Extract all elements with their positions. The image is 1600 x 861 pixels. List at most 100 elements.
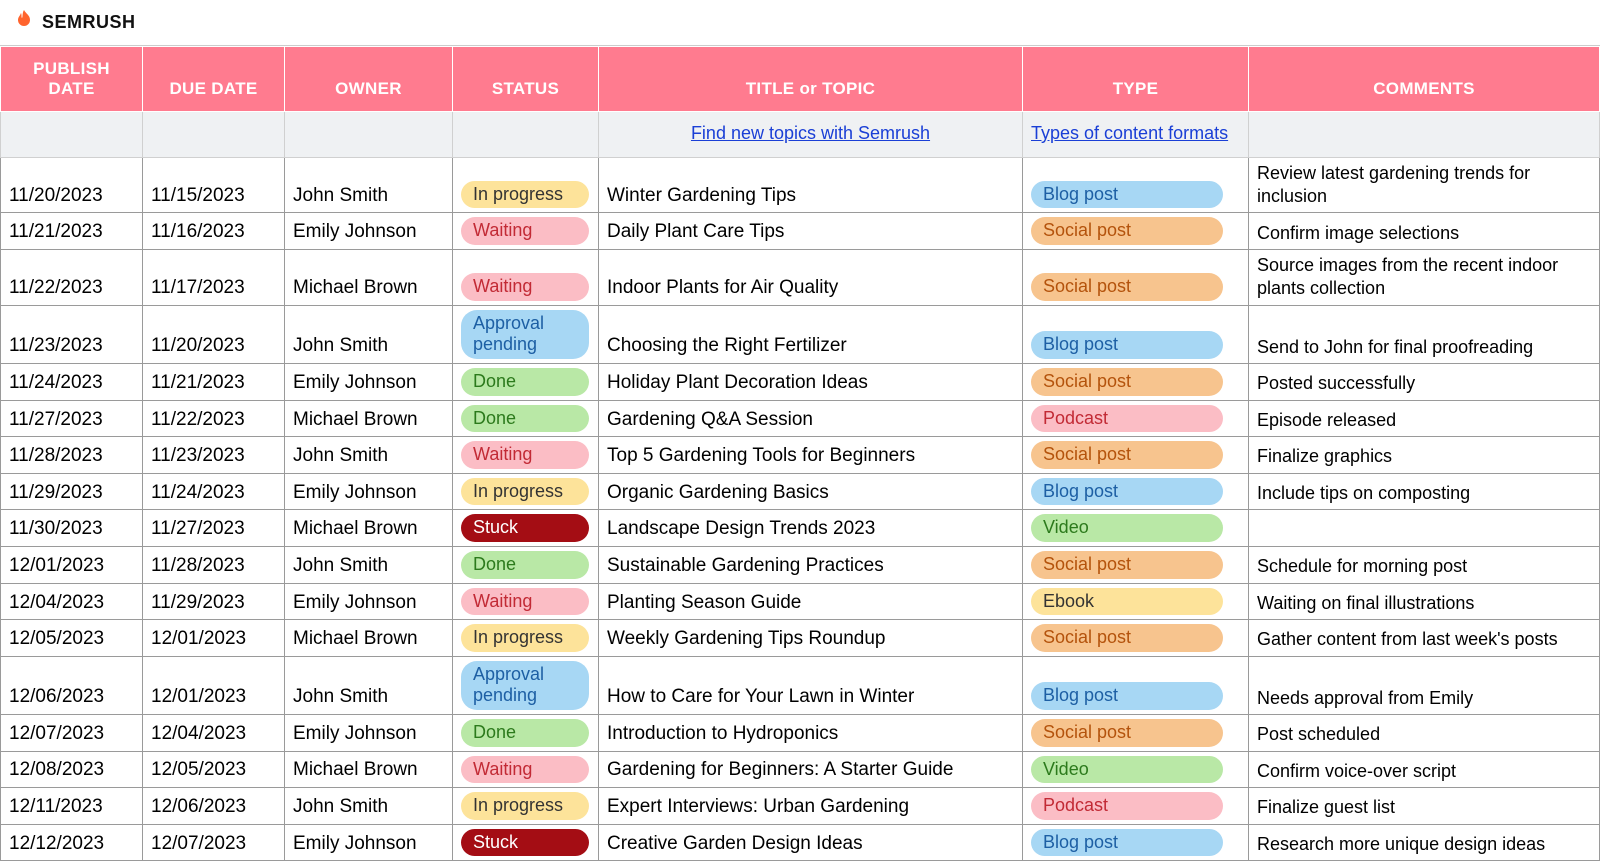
cell-comments[interactable]: Confirm image selections (1249, 213, 1600, 250)
cell-title[interactable]: How to Care for Your Lawn in Winter (599, 656, 1023, 714)
cell-due-date[interactable]: 11/29/2023 (143, 583, 285, 620)
cell-comments[interactable]: Needs approval from Emily (1249, 656, 1600, 714)
cell-type[interactable]: Social post (1023, 620, 1249, 657)
cell-status[interactable]: Done (453, 547, 599, 584)
cell-title[interactable]: Winter Gardening Tips (599, 157, 1023, 213)
col-due-date[interactable]: DUE DATE (143, 47, 285, 112)
status-badge[interactable]: In progress (461, 181, 589, 209)
cell-comments[interactable]: Finalize guest list (1249, 788, 1600, 825)
cell-publish-date[interactable]: 12/11/2023 (1, 788, 143, 825)
type-badge[interactable]: Social post (1031, 551, 1223, 579)
helper-empty[interactable] (285, 112, 453, 158)
cell-status[interactable]: Done (453, 400, 599, 437)
status-badge[interactable]: Done (461, 719, 589, 747)
cell-comments[interactable]: Schedule for morning post (1249, 547, 1600, 584)
type-badge[interactable]: Social post (1031, 719, 1223, 747)
cell-title[interactable]: Choosing the Right Fertilizer (599, 305, 1023, 363)
cell-comments[interactable]: Include tips on composting (1249, 473, 1600, 510)
cell-status[interactable]: Approval pending (453, 656, 599, 714)
cell-type[interactable]: Social post (1023, 437, 1249, 474)
status-badge[interactable]: Waiting (461, 756, 589, 784)
status-badge[interactable]: Waiting (461, 588, 589, 616)
cell-type[interactable]: Social post (1023, 547, 1249, 584)
cell-due-date[interactable]: 11/28/2023 (143, 547, 285, 584)
cell-status[interactable]: Waiting (453, 213, 599, 250)
type-badge[interactable]: Blog post (1031, 331, 1223, 359)
cell-due-date[interactable]: 11/24/2023 (143, 473, 285, 510)
cell-type[interactable]: Blog post (1023, 824, 1249, 861)
cell-comments[interactable]: Posted successfully (1249, 364, 1600, 401)
status-badge[interactable]: In progress (461, 624, 589, 652)
cell-due-date[interactable]: 12/06/2023 (143, 788, 285, 825)
cell-owner[interactable]: John Smith (285, 547, 453, 584)
cell-owner[interactable]: Emily Johnson (285, 473, 453, 510)
cell-status[interactable]: In progress (453, 620, 599, 657)
status-badge[interactable]: In progress (461, 792, 589, 820)
helper-empty[interactable] (143, 112, 285, 158)
find-topics-link[interactable]: Find new topics with Semrush (691, 123, 930, 143)
cell-title[interactable]: Indoor Plants for Air Quality (599, 250, 1023, 306)
cell-owner[interactable]: Emily Johnson (285, 583, 453, 620)
cell-title[interactable]: Organic Gardening Basics (599, 473, 1023, 510)
status-badge[interactable]: Waiting (461, 441, 589, 469)
cell-owner[interactable]: Michael Brown (285, 400, 453, 437)
type-badge[interactable]: Blog post (1031, 181, 1223, 209)
content-formats-link[interactable]: Types of content formats (1031, 123, 1228, 143)
cell-title[interactable]: Gardening for Beginners: A Starter Guide (599, 751, 1023, 788)
cell-owner[interactable]: John Smith (285, 437, 453, 474)
cell-type[interactable]: Blog post (1023, 305, 1249, 363)
col-title[interactable]: TITLE or TOPIC (599, 47, 1023, 112)
status-badge[interactable]: Stuck (461, 829, 589, 857)
cell-publish-date[interactable]: 12/01/2023 (1, 547, 143, 584)
cell-title[interactable]: Introduction to Hydroponics (599, 714, 1023, 751)
helper-topics-cell[interactable]: Find new topics with Semrush (599, 112, 1023, 158)
cell-status[interactable]: Done (453, 364, 599, 401)
type-badge[interactable]: Social post (1031, 368, 1223, 396)
cell-type[interactable]: Podcast (1023, 788, 1249, 825)
status-badge[interactable]: Done (461, 405, 589, 433)
col-publish-date[interactable]: PUBLISH DATE (1, 47, 143, 112)
type-badge[interactable]: Social post (1031, 441, 1223, 469)
cell-comments[interactable]: Confirm voice-over script (1249, 751, 1600, 788)
type-badge[interactable]: Podcast (1031, 792, 1223, 820)
type-badge[interactable]: Ebook (1031, 588, 1223, 616)
cell-owner[interactable]: John Smith (285, 305, 453, 363)
cell-publish-date[interactable]: 11/22/2023 (1, 250, 143, 306)
cell-title[interactable]: Weekly Gardening Tips Roundup (599, 620, 1023, 657)
cell-due-date[interactable]: 11/27/2023 (143, 510, 285, 547)
cell-publish-date[interactable]: 11/30/2023 (1, 510, 143, 547)
cell-type[interactable]: Social post (1023, 213, 1249, 250)
cell-status[interactable]: Stuck (453, 824, 599, 861)
cell-status[interactable]: Waiting (453, 250, 599, 306)
cell-status[interactable]: Done (453, 714, 599, 751)
col-type[interactable]: TYPE (1023, 47, 1249, 112)
cell-due-date[interactable]: 12/01/2023 (143, 620, 285, 657)
cell-publish-date[interactable]: 12/07/2023 (1, 714, 143, 751)
cell-status[interactable]: In progress (453, 788, 599, 825)
helper-empty[interactable] (1, 112, 143, 158)
type-badge[interactable]: Podcast (1031, 405, 1223, 433)
cell-comments[interactable]: Source images from the recent indoor pla… (1249, 250, 1600, 306)
cell-due-date[interactable]: 12/07/2023 (143, 824, 285, 861)
type-badge[interactable]: Video (1031, 756, 1223, 784)
col-status[interactable]: STATUS (453, 47, 599, 112)
type-badge[interactable]: Blog post (1031, 682, 1223, 710)
cell-title[interactable]: Planting Season Guide (599, 583, 1023, 620)
cell-publish-date[interactable]: 12/12/2023 (1, 824, 143, 861)
cell-publish-date[interactable]: 11/24/2023 (1, 364, 143, 401)
status-badge[interactable]: Approval pending (461, 661, 589, 710)
cell-due-date[interactable]: 11/21/2023 (143, 364, 285, 401)
cell-type[interactable]: Blog post (1023, 157, 1249, 213)
cell-due-date[interactable]: 11/23/2023 (143, 437, 285, 474)
col-owner[interactable]: OWNER (285, 47, 453, 112)
cell-status[interactable]: Stuck (453, 510, 599, 547)
helper-formats-cell[interactable]: Types of content formats (1023, 112, 1249, 158)
cell-publish-date[interactable]: 11/27/2023 (1, 400, 143, 437)
cell-comments[interactable]: Episode released (1249, 400, 1600, 437)
cell-comments[interactable]: Research more unique design ideas (1249, 824, 1600, 861)
cell-comments[interactable]: Gather content from last week's posts (1249, 620, 1600, 657)
cell-title[interactable]: Daily Plant Care Tips (599, 213, 1023, 250)
cell-owner[interactable]: Michael Brown (285, 620, 453, 657)
cell-owner[interactable]: John Smith (285, 656, 453, 714)
cell-publish-date[interactable]: 11/29/2023 (1, 473, 143, 510)
